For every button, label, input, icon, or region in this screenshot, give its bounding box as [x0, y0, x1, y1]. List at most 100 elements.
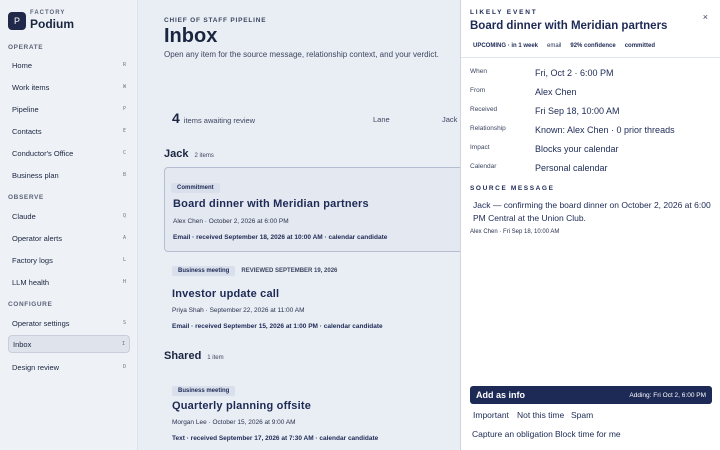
channel-chip: email	[547, 43, 562, 49]
count-label: items awaiting review	[183, 116, 256, 125]
drawer-title: Board dinner with Meridian partners	[470, 20, 668, 32]
state-chip: committed	[624, 43, 656, 49]
sidebar-item-operator-alerts[interactable]: Operator alerts A	[8, 229, 130, 247]
field-value-received: Fri Sep 18, 10:00 AM	[535, 106, 620, 116]
inbox-card[interactable]: Business meeting REVIEWED SEPTEMBER 19, …	[164, 262, 474, 334]
sidebar-item-llm-health[interactable]: LLM health H	[8, 273, 130, 291]
card-title: Quarterly planning offsite	[172, 400, 312, 412]
section-observe: OBSERVE	[8, 194, 44, 201]
important-button[interactable]: Important	[473, 410, 509, 420]
card-meta: Alex Chen · October 2, 2026 at 6:00 PM	[173, 218, 289, 225]
group-count: 1 item	[207, 355, 224, 361]
field-label-calendar: Calendar	[470, 163, 497, 170]
sidebar-item-label: Design review	[12, 362, 60, 372]
card-title: Investor update call	[172, 288, 280, 300]
field-value-from: Alex Chen	[535, 87, 577, 97]
sidebar-item-label: Inbox	[13, 339, 32, 349]
sidebar-item-label: Work items	[12, 82, 50, 92]
sidebar-item-conductors-office[interactable]: Conductor's Office C	[8, 144, 130, 162]
group-shared-header: Shared 1 item	[164, 350, 224, 362]
drawer-kicker: LIKELY EVENT	[470, 9, 538, 16]
status-chip: UPCOMING · in 1 week	[473, 43, 539, 49]
inbox-card[interactable]: Business meeting Quarterly planning offs…	[164, 375, 474, 447]
card-tag: Business meeting	[172, 386, 236, 396]
reviewed-badge: REVIEWED SEPTEMBER 19, 2026	[241, 268, 338, 274]
sidebar-item-inbox[interactable]: Inbox I	[8, 335, 130, 353]
not-this-time-button[interactable]: Not this time	[517, 410, 564, 420]
capture-obligation-button[interactable]: Capture an obligation	[472, 429, 553, 439]
card-source-line: Email · received September 15, 2026 at 1…	[172, 323, 383, 330]
shortcut-key: Q	[122, 213, 126, 219]
brand-name: Podium	[30, 17, 74, 31]
divider	[461, 57, 720, 58]
card-source-line: Text · received September 17, 2026 at 7:…	[172, 435, 379, 442]
sidebar-item-label: Contacts	[12, 126, 42, 136]
field-value-impact: Blocks your calendar	[535, 144, 619, 154]
source-message-meta: Alex Chen · Fri Sep 18, 10:00 AM	[470, 229, 560, 235]
card-source-line: Email · received September 18, 2026 at 1…	[173, 234, 388, 241]
sidebar-item-label: Conductor's Office	[12, 148, 74, 158]
page-kicker: CHIEF OF STAFF PIPELINE	[164, 17, 267, 24]
group-title: Jack	[164, 148, 189, 160]
sidebar-item-business-plan[interactable]: Business plan B	[8, 166, 130, 184]
field-label-received: Received	[470, 106, 498, 113]
column-jack[interactable]: Jack n	[442, 115, 460, 124]
shortcut-key: S	[122, 320, 126, 326]
brand-logo: P	[8, 12, 26, 30]
sidebar-item-label: Operator alerts	[12, 233, 63, 243]
sidebar-item-contacts[interactable]: Contacts E	[8, 122, 130, 140]
close-icon[interactable]: ×	[703, 12, 708, 22]
main-content: CHIEF OF STAFF PIPELINE Inbox Open any i…	[138, 0, 474, 450]
confidence-chip: 92% confidence	[570, 43, 616, 49]
sidebar-item-factory-logs[interactable]: Factory logs L	[8, 251, 130, 269]
sidebar-item-pipeline[interactable]: Pipeline P	[8, 100, 130, 118]
sidebar-item-design-review[interactable]: Design review D	[8, 358, 130, 376]
field-value-calendar: Personal calendar	[535, 163, 608, 173]
sidebar-item-home[interactable]: Home R	[8, 56, 130, 74]
shortcut-key: P	[122, 106, 126, 112]
sidebar-item-operator-settings[interactable]: Operator settings S	[8, 314, 130, 332]
sidebar-item-label: Claude	[12, 211, 36, 221]
inbox-card[interactable]: Commitment Board dinner with Meridian pa…	[164, 167, 474, 252]
group-title: Shared	[164, 350, 202, 362]
sidebar-item-work-items[interactable]: Work items W	[8, 78, 130, 96]
page-subtitle: Open any item for the source message, re…	[164, 50, 439, 59]
sidebar-item-claude[interactable]: Claude Q	[8, 207, 130, 225]
source-message-label: SOURCE MESSAGE	[470, 185, 555, 192]
sidebar-item-label: Operator settings	[12, 318, 70, 328]
card-title: Board dinner with Meridian partners	[173, 198, 369, 210]
card-tag: Business meeting	[172, 266, 236, 276]
field-label-impact: Impact	[470, 144, 490, 151]
items-count: 4 items awaiting review	[172, 110, 255, 126]
group-jack-header: Jack 2 items	[164, 148, 214, 160]
brand-kicker: FACTORY	[30, 10, 66, 16]
shortcut-key: D	[122, 364, 126, 370]
card-meta: Morgan Lee · October 15, 2026 at 9:00 AM	[172, 419, 296, 426]
shortcut-key: E	[122, 128, 126, 134]
shortcut-key: B	[122, 172, 126, 178]
card-tag: Commitment	[171, 183, 220, 193]
brand: P FACTORY Podium	[8, 10, 74, 31]
shortcut-key: C	[122, 150, 126, 156]
source-message-body: Jack — confirming the board dinner on Oc…	[473, 200, 711, 223]
card-meta: Priya Shah · September 22, 2026 at 11:00…	[172, 307, 305, 314]
shortcut-key: W	[122, 84, 126, 90]
field-label-relationship: Relationship	[470, 125, 506, 132]
sidebar-item-label: Factory logs	[12, 255, 53, 265]
detail-drawer: × LIKELY EVENT Board dinner with Meridia…	[460, 0, 720, 450]
page-title: Inbox	[164, 25, 218, 47]
spam-button[interactable]: Spam	[571, 410, 593, 420]
sidebar-item-label: Pipeline	[12, 104, 39, 114]
add-as-info-button[interactable]: Add as info Adding: Fri Oct 2, 6:00 PM	[470, 386, 712, 404]
add-button-hint: Adding: Fri Oct 2, 6:00 PM	[629, 391, 706, 399]
block-time-button[interactable]: Block time for me	[555, 429, 621, 439]
sidebar-item-label: Home	[12, 60, 33, 70]
sidebar-item-label: Business plan	[12, 170, 59, 180]
shortcut-key: R	[122, 62, 126, 68]
add-button-label: Add as info	[476, 390, 525, 400]
field-label-from: From	[470, 87, 486, 94]
column-lane[interactable]: Lane	[373, 115, 390, 124]
shortcut-key: H	[122, 279, 126, 285]
sidebar-item-label: LLM health	[12, 277, 50, 287]
shortcut-key: I	[121, 341, 125, 347]
